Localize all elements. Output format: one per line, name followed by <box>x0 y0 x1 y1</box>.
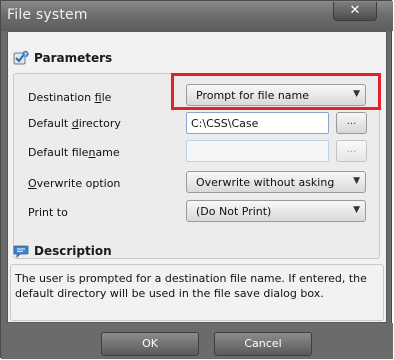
default-filename-label: Default filename <box>28 146 120 159</box>
parameters-icon: ? <box>13 50 29 66</box>
default-directory-label: Default directory <box>28 117 121 130</box>
default-directory-value: C:\CSS\Case <box>191 117 259 130</box>
ok-button-label: OK <box>142 337 158 350</box>
dialog-title: File system <box>7 7 88 23</box>
default-directory-input[interactable]: C:\CSS\Case <box>186 112 329 134</box>
parameters-header: ? Parameters <box>13 48 112 68</box>
dropdown-arrow-icon: ▼ <box>353 176 360 186</box>
file-system-dialog: File system ✕ ? Parameters Destination f… <box>0 0 393 359</box>
description-header: Description <box>13 241 112 261</box>
dropdown-arrow-icon: ▼ <box>353 205 360 215</box>
description-panel: The user is prompted for a destination f… <box>10 264 384 321</box>
cancel-button-label: Cancel <box>244 337 282 350</box>
close-button[interactable]: ✕ <box>333 2 377 21</box>
close-icon: ✕ <box>349 3 361 18</box>
ok-button[interactable]: OK <box>101 332 199 356</box>
speech-bubble-icon <box>13 243 29 259</box>
svg-text:?: ? <box>24 52 27 58</box>
highlight-annotation <box>171 73 381 110</box>
browse-filename-label: ... <box>346 144 357 155</box>
browse-directory-label: ... <box>346 116 357 127</box>
overwrite-option-select[interactable]: Overwrite without asking ▼ <box>186 171 366 193</box>
dialog-content: ? Parameters Destination file Prompt for… <box>7 31 387 323</box>
default-filename-input[interactable] <box>186 140 329 162</box>
destination-file-label: Destination file <box>28 91 112 104</box>
title-bar[interactable]: File system ✕ <box>1 1 393 31</box>
description-text: The user is prompted for a destination f… <box>15 272 367 300</box>
print-to-value: (Do Not Print) <box>196 205 272 218</box>
parameters-heading: Parameters <box>34 51 113 65</box>
overwrite-option-value: Overwrite without asking <box>196 176 335 189</box>
print-to-label: Print to <box>28 206 68 219</box>
overwrite-option-label: Overwrite option <box>28 177 121 190</box>
dialog-footer: OK Cancel <box>1 323 393 359</box>
cancel-button[interactable]: Cancel <box>214 332 312 356</box>
print-to-select[interactable]: (Do Not Print) ▼ <box>186 200 366 222</box>
description-heading: Description <box>34 244 112 258</box>
browse-filename-button[interactable]: ... <box>336 140 367 162</box>
browse-directory-button[interactable]: ... <box>336 112 367 134</box>
